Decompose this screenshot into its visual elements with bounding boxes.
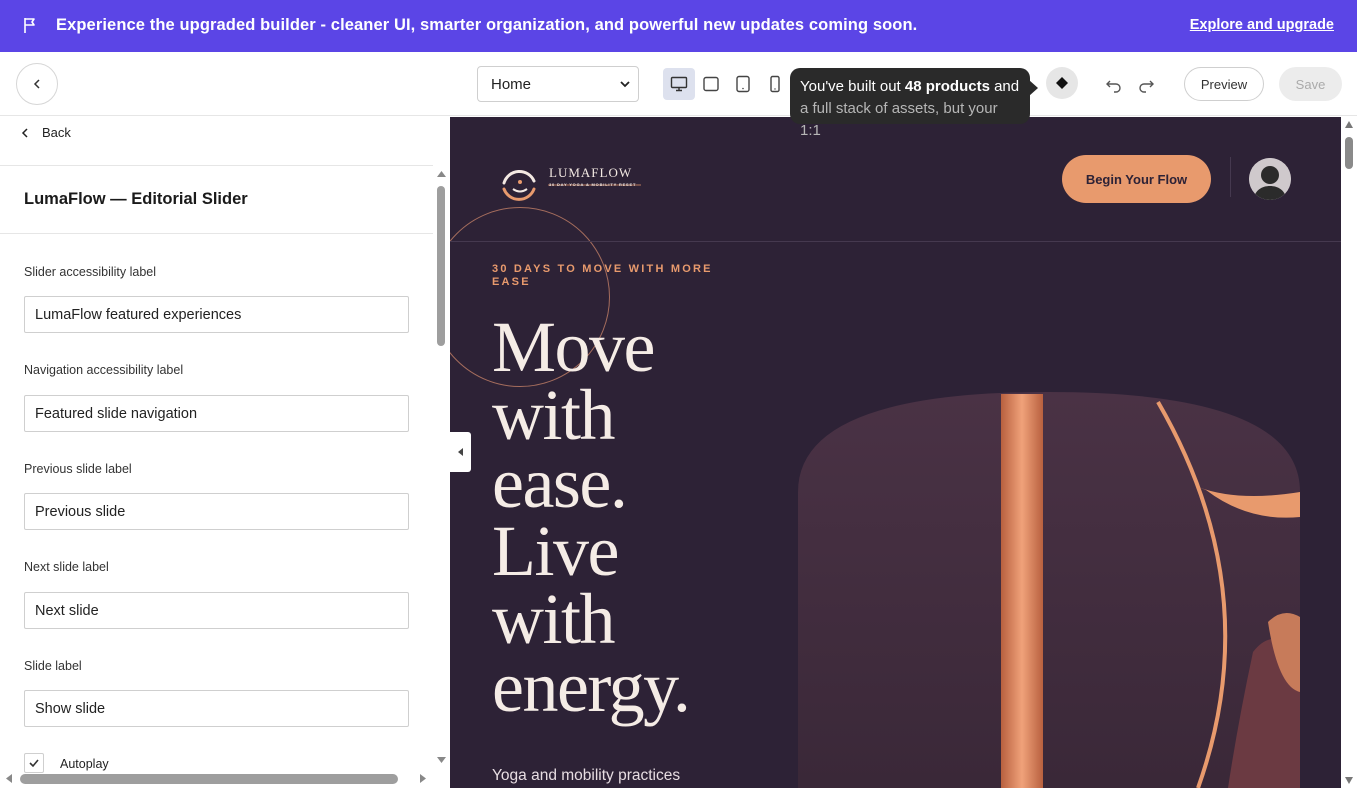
tooltip-arrow: [1029, 80, 1038, 96]
explore-upgrade-link[interactable]: Explore and upgrade: [1190, 17, 1334, 33]
avatar[interactable]: [1249, 158, 1291, 200]
header-divider: [450, 241, 1341, 242]
diamond-icon: [1056, 77, 1068, 89]
mobile-icon: [770, 75, 780, 93]
desktop-icon: [670, 76, 688, 92]
tooltip-line-1: You've built out 48 products and: [800, 76, 1020, 98]
headline-line: Move: [492, 307, 655, 387]
tablet-portrait-icon: [736, 75, 750, 93]
save-button[interactable]: Save: [1279, 67, 1342, 101]
user-silhouette-icon: [1249, 158, 1291, 200]
editor-toolbar: Home You've built out 48 products and a …: [0, 52, 1357, 139]
settings-panel: Back LumaFlow — Editorial Slider Slider …: [0, 117, 450, 788]
site-preview-canvas[interactable]: LUMAFLOW 30 DAY YOGA & MOBILITY RESET Be…: [450, 117, 1341, 788]
headline-line: energy.: [492, 647, 691, 727]
hero-subtext: Yoga and mobility practices: [492, 767, 681, 784]
flag-icon: [24, 18, 35, 33]
panel-horizontal-scrollbar[interactable]: [0, 769, 433, 788]
hero-image: [798, 392, 1300, 788]
tooltip-suffix: and: [989, 78, 1020, 95]
device-switcher: [663, 68, 793, 102]
tooltip-line-2: a full stack of assets, but your 1:1: [800, 100, 998, 139]
logo-wordmark: LUMAFLOW: [549, 165, 633, 180]
banner-message: Experience the upgraded builder - cleane…: [56, 16, 918, 34]
navigation-accessibility-input[interactable]: Featured slide navigation: [24, 395, 409, 432]
preview-button[interactable]: Preview: [1184, 67, 1264, 101]
chevron-left-icon: [33, 79, 40, 89]
field-label-previous-slide: Previous slide label: [24, 462, 132, 476]
field-label-slider-accessibility: Slider accessibility label: [24, 265, 157, 279]
tablet-portrait-view-button[interactable]: [727, 68, 759, 100]
undo-icon[interactable]: [1104, 75, 1124, 95]
preview-vertical-scrollbar[interactable]: [1341, 117, 1357, 788]
page-select-value: Home: [491, 75, 532, 93]
logo-tagline: 30 DAY YOGA & MOBILITY RESET: [549, 182, 637, 187]
slide-label-input[interactable]: Show slide: [24, 690, 409, 727]
divider: [0, 165, 433, 166]
panel-vertical-scrollbar[interactable]: [433, 169, 450, 769]
collapse-panel-button[interactable]: [450, 432, 471, 472]
begin-your-flow-button[interactable]: Begin Your Flow: [1062, 155, 1211, 203]
field-label-navigation-accessibility: Navigation accessibility label: [24, 363, 184, 377]
scroll-up-arrow-icon[interactable]: [1344, 120, 1354, 129]
previous-slide-input[interactable]: Previous slide: [24, 493, 409, 530]
field-label-slide: Slide label: [24, 659, 82, 673]
tablet-landscape-view-button[interactable]: [695, 68, 727, 100]
page-select[interactable]: Home: [477, 66, 639, 102]
header-separator: [1230, 157, 1231, 197]
field-label-next-slide: Next slide label: [24, 560, 109, 574]
next-slide-input[interactable]: Next slide: [24, 592, 409, 629]
scrollbar-thumb[interactable]: [20, 774, 398, 784]
headline-line: ease.: [492, 443, 628, 523]
caret-left-icon: [457, 448, 463, 456]
upgrade-diamond-button[interactable]: [1046, 67, 1078, 99]
hero-eyebrow: 30 DAYS TO MOVE WITH MORE EASE: [492, 263, 713, 288]
headline-line: with: [492, 375, 616, 455]
slider-accessibility-input[interactable]: LumaFlow featured experiences: [24, 296, 409, 333]
panel-title: LumaFlow — Editorial Slider: [24, 190, 248, 208]
chevron-down-icon: [620, 81, 630, 88]
hero-headline: Move with ease. Live with energy.: [492, 307, 691, 727]
scrollbar-thumb[interactable]: [1345, 137, 1353, 169]
headline-line: Live: [492, 511, 619, 591]
scroll-down-arrow-icon[interactable]: [1344, 776, 1354, 785]
tablet-landscape-icon: [703, 76, 719, 92]
back-circle-button[interactable]: [16, 63, 58, 105]
scroll-left-arrow-icon[interactable]: [4, 773, 14, 784]
tooltip-bold: 48 products: [904, 78, 990, 95]
divider: [0, 233, 433, 234]
checkmark-icon: [29, 759, 39, 768]
tooltip-prefix: You've built out: [800, 78, 905, 95]
scrollbar-thumb[interactable]: [437, 186, 445, 346]
chevron-left-icon: [21, 127, 28, 138]
headline-line: with: [492, 579, 616, 659]
scroll-up-arrow-icon[interactable]: [436, 169, 447, 179]
scroll-down-arrow-icon[interactable]: [436, 755, 447, 765]
mobile-view-button[interactable]: [759, 68, 791, 100]
scroll-right-arrow-icon[interactable]: [418, 773, 428, 784]
desktop-view-button[interactable]: [663, 68, 695, 100]
upgrade-tooltip: You've built out 48 products and a full …: [790, 68, 1038, 139]
back-label: Back: [42, 125, 71, 140]
redo-icon[interactable]: [1136, 75, 1156, 95]
announcement-banner: Experience the upgraded builder - cleane…: [0, 0, 1357, 52]
panel-back-link[interactable]: Back: [20, 125, 71, 140]
